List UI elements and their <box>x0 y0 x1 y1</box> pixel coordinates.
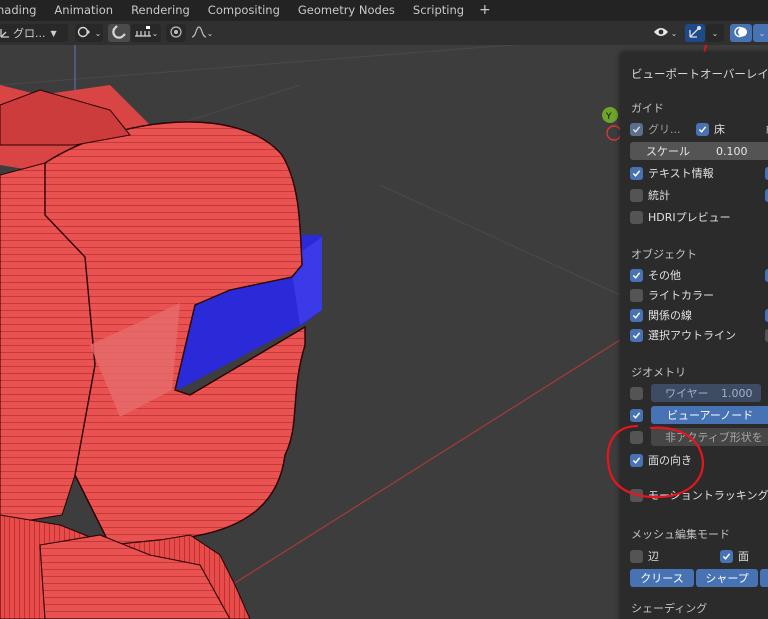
gizmo-dropdown[interactable]: ⌄ <box>706 24 724 42</box>
section-objects-heading: オブジェクト <box>631 248 697 261</box>
object-visibility-dropdown[interactable]: ⌄ <box>649 24 681 42</box>
navigation-gizmo: Y <box>602 107 622 141</box>
pivot-icon <box>77 25 93 42</box>
pivot-point-dropdown[interactable]: ⌄ <box>75 24 103 42</box>
scale-field[interactable]: スケール 0.100 <box>630 142 768 160</box>
extras-label: その他 <box>648 269 681 282</box>
overlay-popover-title: ビューポートオーバーレイ <box>631 67 768 81</box>
tab-rendering[interactable]: Rendering <box>122 0 199 21</box>
chevron-down-icon: ⌄ <box>94 28 102 38</box>
snap-toggle[interactable] <box>108 24 130 42</box>
faces-label: 面 <box>738 550 749 563</box>
wireframe-value: 1.000 <box>721 386 753 400</box>
chevron-down-icon: ⌄ <box>670 28 678 38</box>
mesh-face-orientation <box>0 85 322 619</box>
viewport-overlays-popover: ビューポートオーバーレイ ガイド グリ... 床 軸 スケール 0.100 テキ… <box>620 52 768 619</box>
text-info-checkbox[interactable] <box>630 166 643 180</box>
hdri-preview-checkbox[interactable] <box>630 210 643 224</box>
hdri-preview-toggle[interactable]: HDRIプレビュー <box>630 208 731 226</box>
edges-checkbox[interactable] <box>630 549 643 563</box>
gizmo-toggle[interactable] <box>685 24 705 42</box>
falloff-curve-icon <box>191 25 207 41</box>
annotation-circle-face-orientation <box>606 424 704 498</box>
text-info-label: テキスト情報 <box>648 167 714 180</box>
eye-icon <box>653 26 669 41</box>
faces-checkbox[interactable] <box>720 549 733 563</box>
tab-geometry-nodes[interactable]: Geometry Nodes <box>289 0 404 21</box>
floor-toggle[interactable]: 床 <box>696 120 725 138</box>
transform-orientation-dropdown[interactable]: グロ... ▼ <box>0 24 68 42</box>
wireframe-label: ワイヤー <box>665 387 709 400</box>
scale-value: 0.100 <box>716 144 748 158</box>
chevron-down-icon: ⌄ <box>206 28 214 38</box>
outline-selected-toggle[interactable]: 選択アウトライン <box>630 326 736 344</box>
relationship-lines-toggle[interactable]: 関係の線 <box>630 306 692 324</box>
crease-button[interactable]: クリース <box>630 569 694 587</box>
hdri-preview-label: HDRIプレビュー <box>648 211 731 224</box>
wireframe-checkbox[interactable] <box>630 386 643 400</box>
chevron-down-icon: ⌄ <box>758 28 766 38</box>
chevron-down-icon: ▼ <box>50 28 57 38</box>
grid-toggle[interactable]: グリ... <box>630 120 681 138</box>
tab-shading[interactable]: nading <box>0 0 45 21</box>
floor-label: 床 <box>714 123 725 136</box>
gizmo-icon <box>688 25 702 42</box>
tab-scripting[interactable]: Scripting <box>404 0 473 21</box>
workspace-tab-bar: nading Animation Rendering Compositing G… <box>0 0 768 21</box>
section-guides-heading: ガイド <box>631 102 664 115</box>
text-info-toggle[interactable]: テキスト情報 <box>630 164 714 182</box>
statistics-toggle[interactable]: 統計 <box>630 186 670 204</box>
proportional-falloff-dropdown[interactable]: ⌄ <box>187 24 217 42</box>
outline-selected-label: 選択アウトライン <box>648 329 736 342</box>
extras-checkbox[interactable] <box>630 268 643 282</box>
chevron-down-icon: ⌄ <box>711 28 719 38</box>
wireframe-toggle[interactable] <box>630 384 643 402</box>
overlays-toggle[interactable] <box>730 24 752 42</box>
relationship-lines-label: 関係の線 <box>648 309 692 322</box>
light-colors-checkbox[interactable] <box>630 288 643 302</box>
seam-button[interactable] <box>760 569 768 587</box>
section-shading-heading: シェーディング <box>631 602 708 615</box>
edges-label: 辺 <box>648 550 659 563</box>
scale-label: スケール <box>646 145 690 158</box>
magnet-icon <box>112 24 126 42</box>
section-geometry-heading: ジオメトリ <box>631 366 686 379</box>
relationship-lines-checkbox[interactable] <box>630 308 643 322</box>
section-mesh-edit-heading: メッシュ編集モード <box>631 528 730 541</box>
proportional-editing-toggle[interactable] <box>166 24 186 42</box>
orientation-icon <box>0 28 10 38</box>
gizmo-y-label: Y <box>605 112 612 122</box>
tab-animation[interactable]: Animation <box>45 0 122 21</box>
snap-target-dropdown[interactable]: ⌄ <box>131 24 161 42</box>
statistics-label: 統計 <box>648 189 670 202</box>
extras-toggle[interactable]: その他 <box>630 266 681 284</box>
grid-label: グリ... <box>648 123 681 136</box>
overlays-dropdown[interactable]: ⌄ <box>753 24 768 42</box>
chevron-down-icon: ⌄ <box>151 28 159 38</box>
orientation-label: グロ... <box>13 27 46 40</box>
proportional-editing-icon <box>170 25 182 41</box>
light-colors-toggle[interactable]: ライトカラー <box>630 286 714 304</box>
snap-increment-icon <box>134 25 152 41</box>
viewport-header: グロ... ▼ ⌄ ⌄ ⌄ ⌄ ⌄ ⌄ <box>0 21 768 45</box>
wireframe-threshold-field[interactable]: ワイヤー 1.000 <box>651 384 761 402</box>
statistics-checkbox[interactable] <box>630 188 643 202</box>
outline-selected-checkbox[interactable] <box>630 328 643 342</box>
sharp-button[interactable]: シャープ <box>696 569 758 587</box>
tab-compositing[interactable]: Compositing <box>199 0 289 21</box>
floor-checkbox[interactable] <box>696 122 709 136</box>
faces-toggle[interactable]: 面 <box>720 547 749 565</box>
add-workspace-button[interactable]: + <box>473 0 497 21</box>
overlay-icon <box>734 25 748 42</box>
edges-toggle[interactable]: 辺 <box>630 547 659 565</box>
light-colors-label: ライトカラー <box>648 289 714 302</box>
grid-checkbox[interactable] <box>630 122 643 136</box>
